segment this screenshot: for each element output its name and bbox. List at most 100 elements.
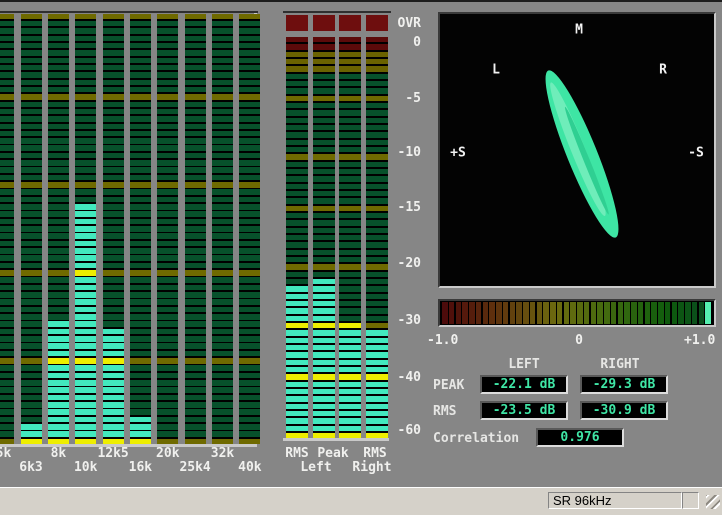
spectrum-segment xyxy=(75,94,96,99)
spectrum-segment xyxy=(75,131,96,136)
spectrum-segment xyxy=(0,160,14,165)
meter-segment xyxy=(286,374,308,379)
spectrum-segment xyxy=(21,226,42,231)
meter-segment xyxy=(286,338,308,343)
spectrum-segment xyxy=(48,226,69,231)
spectrum-segment xyxy=(185,58,206,63)
readout-header-left: LEFT xyxy=(508,358,539,371)
spectrum-segment xyxy=(103,351,124,356)
meter-segment xyxy=(313,411,335,416)
meter-segment xyxy=(313,52,335,57)
spectrum-segment xyxy=(157,292,178,297)
db-scale-label-minus60: -60 xyxy=(381,424,421,437)
spectrum-segment xyxy=(212,131,233,136)
spectrum-segment xyxy=(48,50,69,55)
spectrum-segment xyxy=(185,395,206,400)
spectrum-segment xyxy=(0,226,14,231)
spectrum-segment xyxy=(103,373,124,378)
spectrum-segment xyxy=(75,43,96,48)
frequency-label-16k: 16k xyxy=(129,461,152,474)
spectrum-segment xyxy=(157,307,178,312)
meter-segment xyxy=(339,301,361,306)
spectrum-segment xyxy=(130,21,151,26)
spectrum-segment xyxy=(0,351,14,356)
spectrum-segment xyxy=(21,211,42,216)
spectrum-segment xyxy=(48,439,69,444)
spectrum-segment xyxy=(212,153,233,158)
spectrum-segment xyxy=(0,307,14,312)
spectrum-segment xyxy=(185,14,206,19)
peak-left-value: -22.1 dB xyxy=(480,375,568,394)
spectrum-segment xyxy=(103,299,124,304)
meter-segment xyxy=(313,176,335,181)
spectrum-segment xyxy=(48,270,69,275)
spectrum-segment xyxy=(212,28,233,33)
spectrum-segment xyxy=(130,182,151,187)
meter-segment xyxy=(313,66,335,71)
meter-segment xyxy=(339,272,361,277)
spectrum-segment xyxy=(130,277,151,282)
correlation-scale-zero: 0 xyxy=(575,334,583,347)
spectrum-segment xyxy=(21,336,42,341)
spectrum-segment xyxy=(103,233,124,238)
spectrum-segment xyxy=(157,248,178,253)
spectrum-segment xyxy=(185,116,206,121)
spectrum-segment xyxy=(130,241,151,246)
meter-segment xyxy=(339,191,361,196)
spectrum-segment xyxy=(75,160,96,165)
spectrum-segment xyxy=(21,153,42,158)
spectrum-segment xyxy=(75,50,96,55)
spectrum-segment xyxy=(239,182,260,187)
spectrum-segment xyxy=(239,87,260,92)
meter-segment xyxy=(366,330,388,335)
spectrum-segment xyxy=(130,226,151,231)
spectrum-segment xyxy=(185,204,206,209)
spectrum-segment xyxy=(103,153,124,158)
spectrum-segment xyxy=(103,248,124,253)
meter-segment xyxy=(286,286,308,291)
spectrum-segment xyxy=(157,211,178,216)
spectrum-segment xyxy=(103,241,124,246)
meter-segment xyxy=(366,352,388,357)
meter-segment xyxy=(339,198,361,203)
correlation-value: 0.976 xyxy=(536,428,624,447)
status-bar: SR 96kHz xyxy=(0,487,722,515)
meter-segment xyxy=(339,88,361,93)
spectrum-segment xyxy=(48,409,69,414)
meter-segment xyxy=(339,250,361,255)
resize-grip-icon[interactable] xyxy=(706,495,720,509)
meter-segment xyxy=(339,110,361,115)
spectrum-segment xyxy=(21,189,42,194)
spectrum-segment xyxy=(239,402,260,407)
spectrum-segment xyxy=(0,14,14,19)
spectrum-segment xyxy=(48,102,69,107)
spectrum-segment xyxy=(21,292,42,297)
spectrum-segment xyxy=(103,263,124,268)
spectrum-segment xyxy=(212,387,233,392)
spectrum-segment xyxy=(130,145,151,150)
spectrum-segment xyxy=(212,145,233,150)
spectrum-segment xyxy=(239,277,260,282)
spectrum-segment xyxy=(239,431,260,436)
spectrum-segment xyxy=(157,241,178,246)
spectrum-segment xyxy=(0,138,14,143)
spectrum-band-32k xyxy=(212,14,233,445)
readout-header-right: RIGHT xyxy=(600,358,639,371)
spectrum-segment xyxy=(48,167,69,172)
spectrum-segment xyxy=(48,329,69,334)
spectrum-segment xyxy=(75,87,96,92)
spectrum-segment xyxy=(103,124,124,129)
spectrum-segment xyxy=(21,167,42,172)
meter-segment xyxy=(366,360,388,365)
meter-segment xyxy=(313,382,335,387)
spectrum-segment xyxy=(212,417,233,422)
correlation-segment xyxy=(591,302,597,324)
spectrum-band-6k3 xyxy=(21,14,42,445)
meter-segment xyxy=(313,308,335,313)
spectrum-segment xyxy=(21,329,42,334)
spectrum-segment xyxy=(185,65,206,70)
spectrum-segment xyxy=(0,175,14,180)
spectrum-segment xyxy=(75,314,96,319)
spectrum-segment xyxy=(157,387,178,392)
spectrum-segment xyxy=(48,314,69,319)
